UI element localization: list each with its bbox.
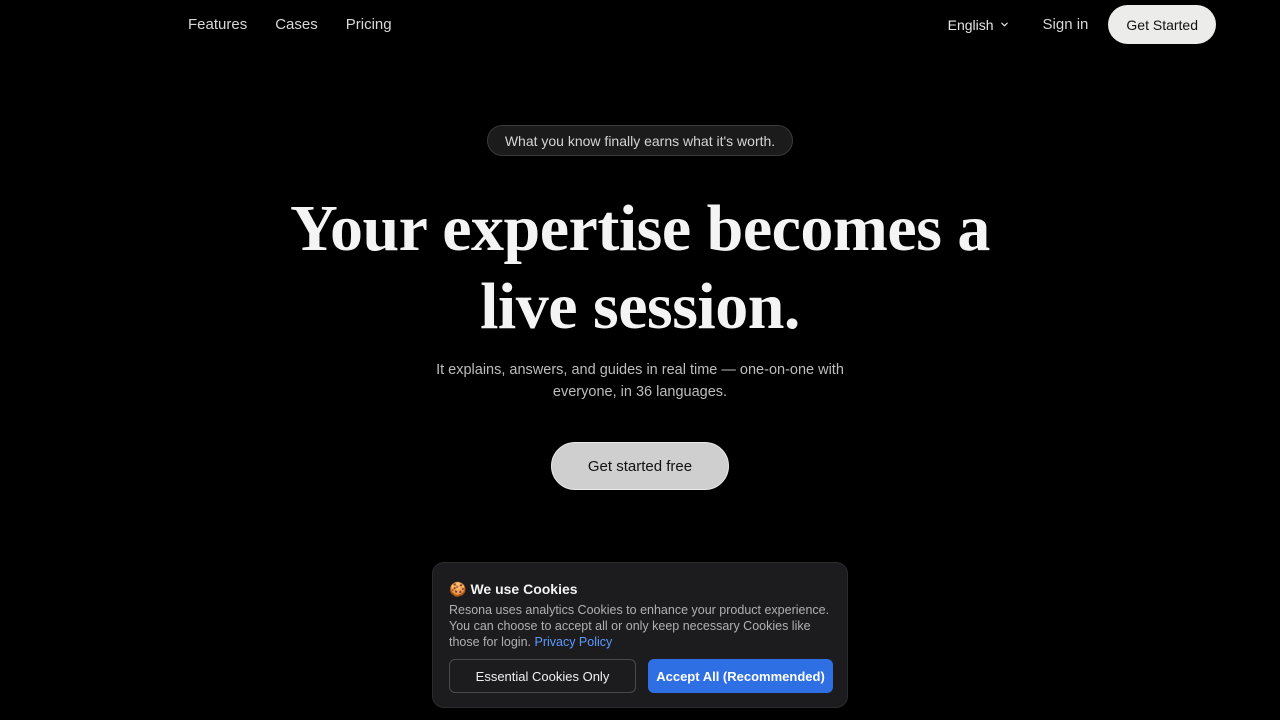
get-started-button[interactable]: Get Started [1108,5,1216,44]
privacy-policy-link[interactable]: Privacy Policy [534,635,612,649]
hero-headline: Your expertise becomes a live session. [290,190,990,346]
nav-link-pricing[interactable]: Pricing [346,16,392,34]
chevron-down-icon [1000,22,1008,27]
accept-all-cookies-button[interactable]: Accept All (Recommended) [648,659,833,693]
cookie-description: Resona uses analytics Cookies to enhance… [449,602,831,650]
language-selector[interactable]: English [948,17,1009,33]
main-nav: Features Cases Pricing [188,16,392,34]
cookie-actions: Essential Cookies Only Accept All (Recom… [449,659,833,693]
landing-page: Features Cases Pricing English Sign in G… [0,0,1280,720]
headline-line-2: live session. [480,270,800,343]
tagline-pill: What you know finally earns what it's wo… [487,125,793,156]
sign-in-link[interactable]: Sign in [1043,16,1089,33]
cookie-title: 🍪 We use Cookies [449,581,831,597]
nav-link-cases[interactable]: Cases [275,16,318,34]
get-started-free-button[interactable]: Get started free [551,442,729,490]
nav-link-features[interactable]: Features [188,16,247,34]
cookie-title-text: We use Cookies [470,581,578,597]
subtext-line-1: It explains, answers, and guides in real… [436,362,844,378]
cookie-banner: 🍪 We use Cookies Resona uses analytics C… [432,562,848,708]
headline-line-1: Your expertise becomes a [290,192,990,265]
hero-subtext: It explains, answers, and guides in real… [420,359,860,403]
essential-cookies-button[interactable]: Essential Cookies Only [449,659,636,693]
cookie-icon: 🍪 [449,581,467,597]
cookie-body-text: Resona uses analytics Cookies to enhance… [449,603,830,649]
subtext-line-2: everyone, in 36 languages. [552,384,728,400]
nav-actions: English Sign in Get Started [948,5,1216,44]
language-label: English [947,16,994,33]
